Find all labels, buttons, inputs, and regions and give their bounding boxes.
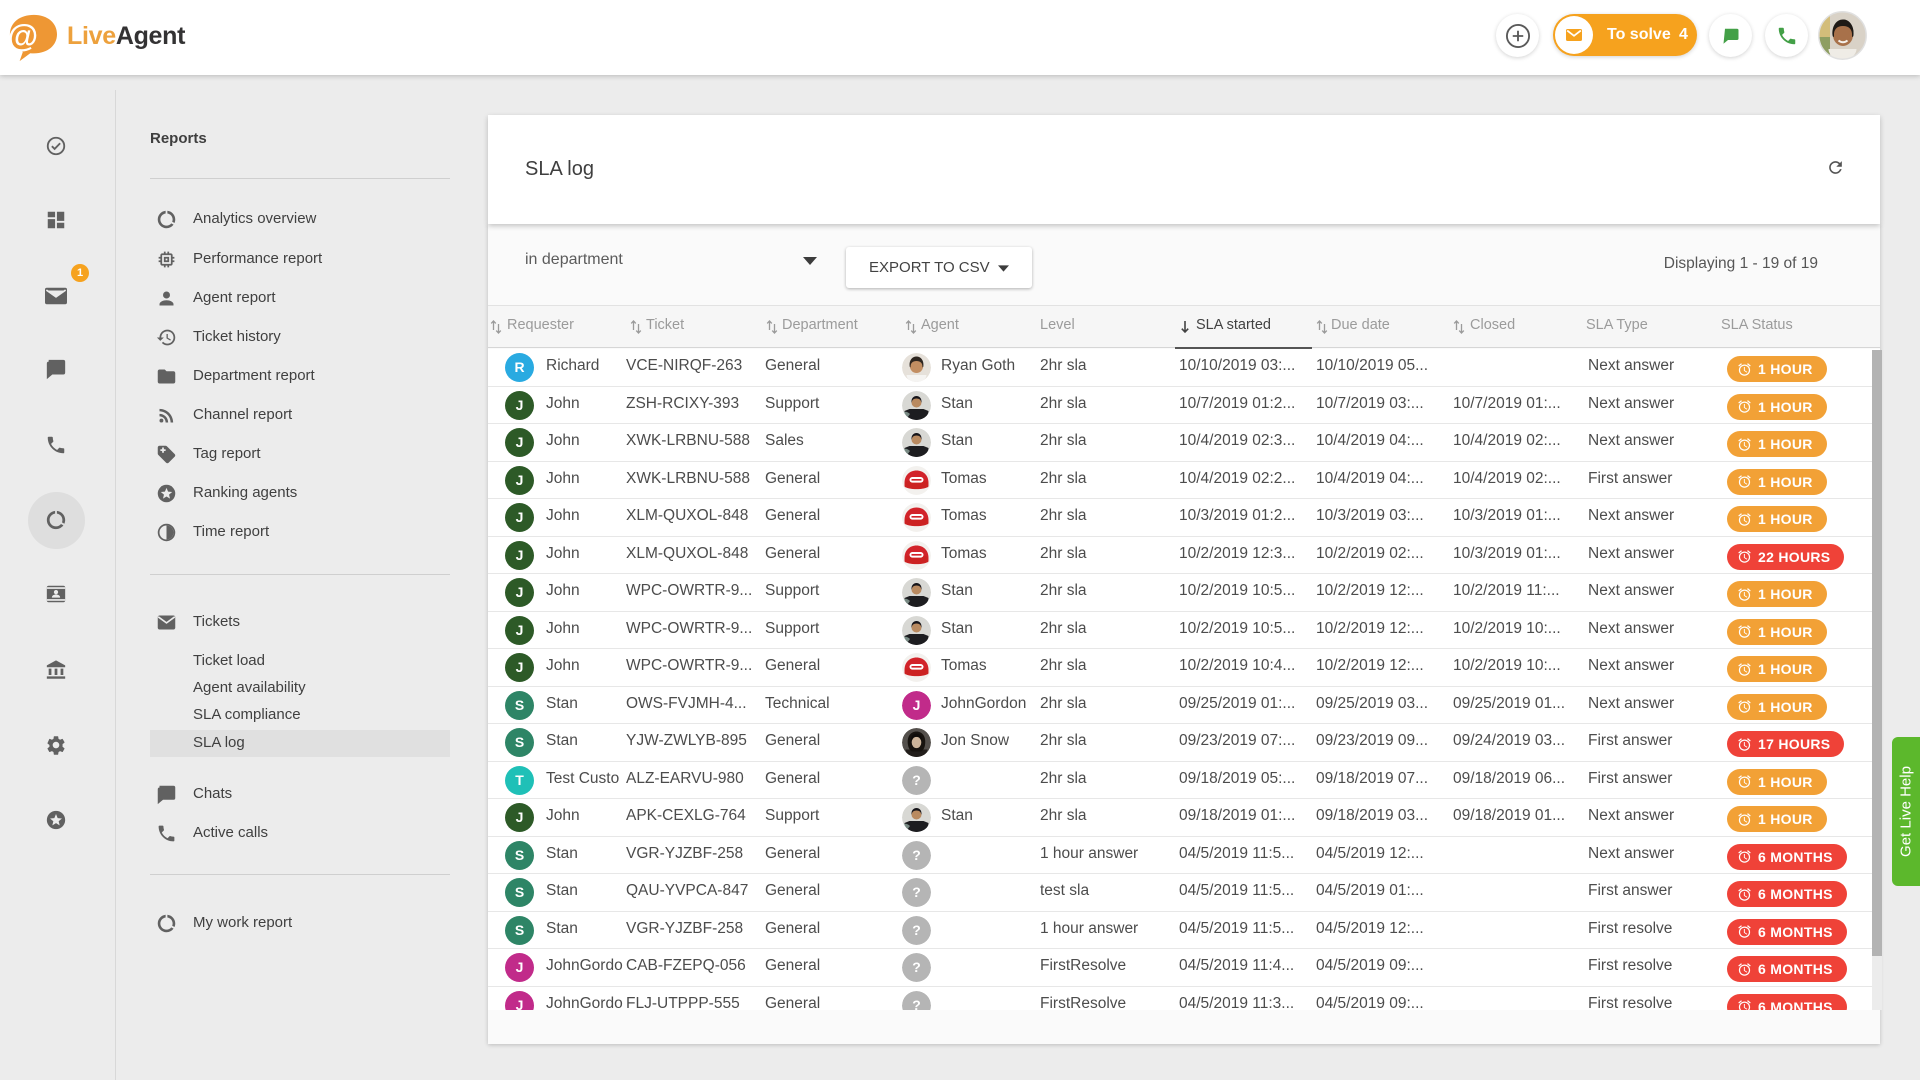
svg-text:@: @ — [8, 18, 39, 53]
